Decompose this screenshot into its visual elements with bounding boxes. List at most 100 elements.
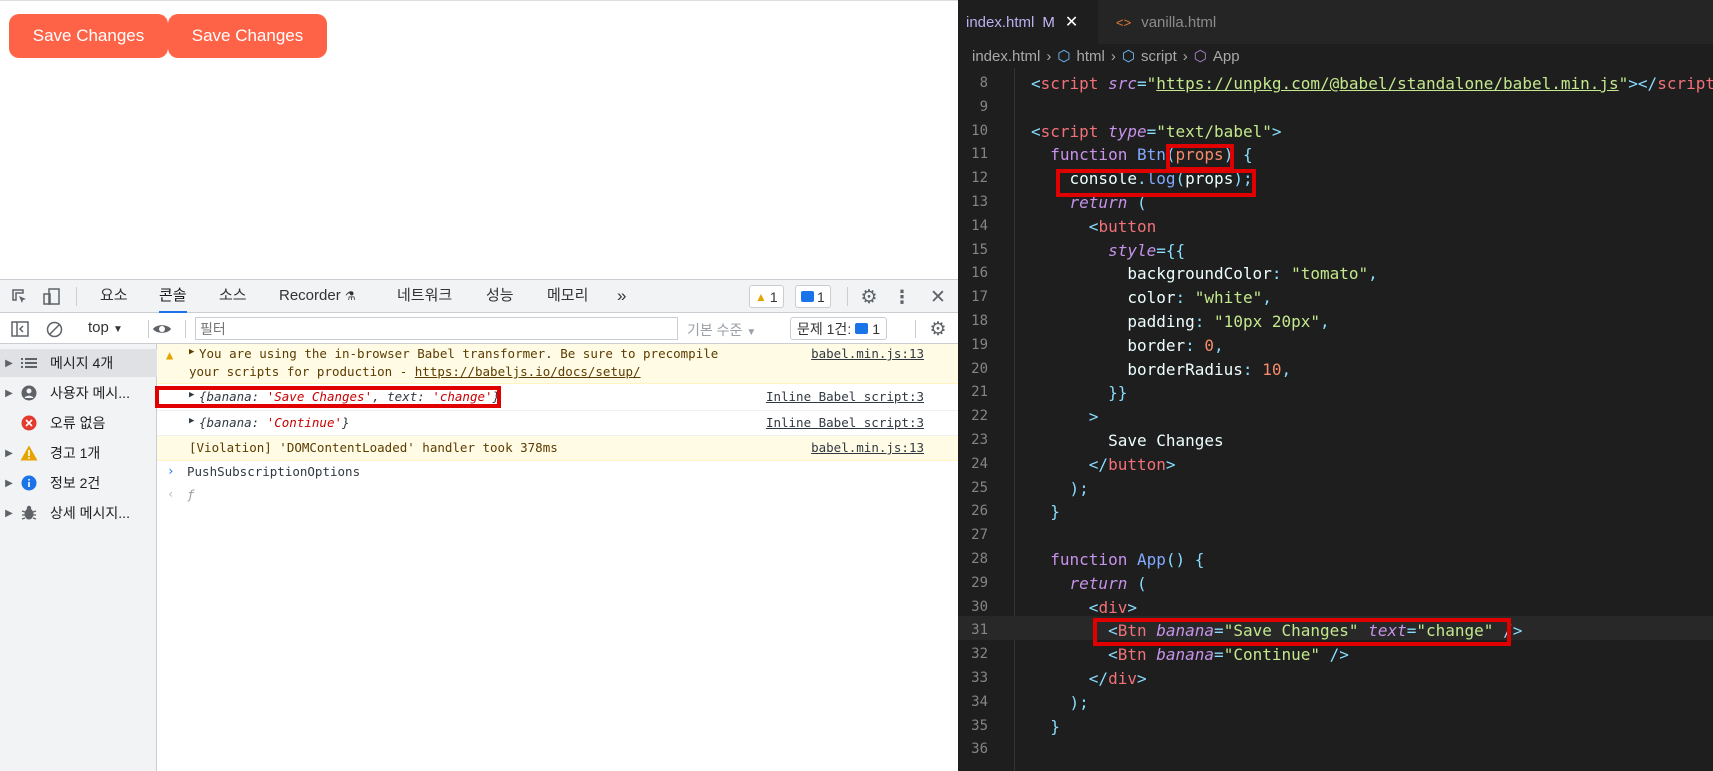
code-line: 12 console.log(props); bbox=[971, 169, 1253, 189]
inspect-element-icon[interactable] bbox=[10, 287, 30, 307]
console-input-row[interactable]: › PushSubscriptionOptions bbox=[157, 461, 958, 484]
context-selector[interactable]: top ▼ bbox=[88, 319, 123, 336]
code-line: 11 function Btn(props) { bbox=[971, 145, 1253, 165]
eye-icon[interactable] bbox=[150, 318, 174, 340]
console-input-text[interactable]: PushSubscriptionOptions bbox=[187, 464, 360, 479]
log-text-value: 'change' bbox=[432, 389, 493, 404]
sidebar-item-messages[interactable]: ▶ 메시지 4개 bbox=[0, 349, 157, 377]
code-editor: index.html M ✕ <> vanilla.html index.htm… bbox=[958, 0, 1713, 771]
code-line: 22 > bbox=[971, 407, 1099, 427]
warning-message-line1: You are using the in-browser Babel trans… bbox=[199, 346, 719, 361]
log-object: {banana: 'Continue'} bbox=[199, 415, 350, 430]
tab-network[interactable]: 네트워크 bbox=[397, 280, 452, 313]
sidebar-item-label: 경고 1개 bbox=[50, 445, 101, 461]
console-settings-icon[interactable]: ⚙ bbox=[926, 317, 950, 341]
code-line: 17 color: "white", bbox=[971, 288, 1272, 308]
console-violation-row[interactable]: [Violation] 'DOMContentLoaded' handler t… bbox=[157, 436, 958, 461]
cube-icon: ⬡ bbox=[1193, 48, 1207, 65]
tab-performance[interactable]: 성능 bbox=[486, 280, 514, 313]
log-object-suffix: } bbox=[342, 415, 350, 430]
source-link[interactable]: Inline Babel script:3 bbox=[766, 415, 924, 430]
tab-console[interactable]: 콘솔 bbox=[159, 280, 187, 313]
close-icon[interactable]: ✕ bbox=[1065, 12, 1078, 32]
log-object-prefix: {banana: bbox=[199, 415, 267, 430]
log-object-suffix: } bbox=[492, 389, 501, 404]
code-line: 18 padding: "10px 20px", bbox=[971, 312, 1330, 331]
devtools-toolbar: 요소 콘솔 소스 Recorder ⚗ 네트워크 성능 메모리 » ▲ 1 1 ⚙… bbox=[0, 280, 958, 313]
console-log-row[interactable]: ▶ {banana: 'Continue'} Inline Babel scri… bbox=[157, 411, 958, 436]
code-line: 30 <div> bbox=[971, 597, 1137, 617]
code-line: 26 } bbox=[971, 502, 1060, 522]
babel-script-url[interactable]: https://unpkg.com/@babel/standalone/babe… bbox=[1156, 74, 1618, 93]
issue-message-icon bbox=[855, 323, 869, 334]
code-line: 28 function App() { bbox=[971, 550, 1205, 569]
screen: Save Changes Save Changes 요소 콘솔 소스 Recor… bbox=[0, 0, 1713, 771]
source-link[interactable]: babel.min.js:13 bbox=[811, 440, 924, 455]
close-icon[interactable]: ✕ bbox=[927, 286, 949, 308]
sidebar-item-label: 오류 없음 bbox=[50, 415, 106, 431]
expand-arrow-icon: ▶ bbox=[5, 507, 13, 519]
code-area[interactable]: 8 <script src="https://unpkg.com/@babel/s… bbox=[958, 68, 1713, 771]
sidebar-item-info[interactable]: ▶ 정보 2건 bbox=[0, 469, 157, 497]
warning-icon: ▲ bbox=[755, 289, 767, 304]
device-toggle-icon[interactable] bbox=[42, 287, 62, 307]
sidebar-item-label: 정보 2건 bbox=[50, 475, 101, 491]
log-object: {banana: 'Save Changes', text: 'change'} bbox=[199, 389, 500, 404]
save-changes-button-1[interactable]: Save Changes bbox=[9, 14, 168, 58]
expand-arrow-icon[interactable]: ▶ bbox=[189, 347, 194, 357]
sidebar-item-verbose[interactable]: ▶ 상세 메시지... bbox=[0, 499, 157, 527]
error-icon bbox=[18, 415, 40, 431]
tab-recorder[interactable]: Recorder ⚗ bbox=[279, 280, 356, 313]
prompt-chevron-icon: › bbox=[167, 463, 175, 478]
babel-setup-link[interactable]: https://babeljs.io/docs/setup/ bbox=[415, 364, 641, 379]
user-icon bbox=[18, 385, 40, 401]
breadcrumb: index.html › ⬡ html › ⬡ script › ⬡ App bbox=[958, 44, 1713, 68]
sidebar-item-user-messages[interactable]: ▶ 사용자 메시... bbox=[0, 379, 157, 407]
chevron-right-icon: › bbox=[1182, 47, 1188, 65]
tab-index-html[interactable]: index.html M ✕ bbox=[958, 0, 1098, 44]
settings-gear-icon[interactable]: ⚙ bbox=[858, 286, 880, 308]
breadcrumb-item[interactable]: html bbox=[1076, 48, 1104, 65]
issues-button[interactable]: 문제 1건: 1 bbox=[790, 317, 888, 340]
more-tabs-button[interactable]: » bbox=[617, 280, 626, 313]
flask-icon: ⚗ bbox=[344, 289, 356, 303]
code-line: 36 bbox=[971, 741, 988, 758]
sidebar-item-errors[interactable]: 오류 없음 bbox=[0, 409, 157, 437]
html-file-icon: <> bbox=[1116, 14, 1132, 30]
console-filter-input[interactable] bbox=[195, 317, 678, 340]
source-link[interactable]: babel.min.js:13 bbox=[811, 346, 924, 361]
log-banana-value: 'Save Changes' bbox=[266, 389, 373, 404]
code-line: 14 <button bbox=[971, 216, 1157, 236]
log-levels-dropdown[interactable]: 기본 수준 ▼ bbox=[687, 320, 756, 340]
result-arrow-icon: ‹ bbox=[167, 486, 175, 501]
warning-icon bbox=[18, 445, 40, 461]
console-warning-row[interactable]: ▲ ▶ You are using the in-browser Babel t… bbox=[157, 344, 958, 384]
clear-console-icon[interactable] bbox=[44, 319, 64, 339]
console-log-row[interactable]: ▶ {banana: 'Save Changes', text: 'change… bbox=[157, 384, 958, 411]
toolbar-divider-2 bbox=[847, 287, 848, 306]
sidebar-toggle-icon[interactable] bbox=[10, 319, 30, 339]
expand-arrow-icon[interactable]: ▶ bbox=[189, 390, 194, 400]
tab-sources[interactable]: 소스 bbox=[219, 280, 247, 313]
code-line: 10 <script type="text/babel"> bbox=[971, 121, 1282, 141]
warning-icon: ▲ bbox=[166, 348, 174, 362]
breadcrumb-item[interactable]: index.html bbox=[972, 48, 1040, 65]
warning-count-badge[interactable]: ▲ 1 bbox=[749, 285, 784, 308]
tab-vanilla-html[interactable]: <> vanilla.html bbox=[1108, 0, 1216, 44]
console-output: ▲ ▶ You are using the in-browser Babel t… bbox=[155, 344, 958, 771]
expand-arrow-icon: ▶ bbox=[5, 447, 13, 459]
breadcrumb-item[interactable]: App bbox=[1213, 48, 1240, 65]
more-options-icon[interactable]: ⋮ bbox=[893, 286, 911, 308]
tab-memory[interactable]: 메모리 bbox=[547, 280, 588, 313]
breadcrumb-item[interactable]: script bbox=[1141, 48, 1177, 65]
tab-elements[interactable]: 요소 bbox=[100, 280, 128, 313]
tab-label: vanilla.html bbox=[1141, 13, 1217, 31]
code-line: 24 </button> bbox=[971, 454, 1176, 474]
sidebar-item-warnings[interactable]: ▶ 경고 1개 bbox=[0, 439, 157, 467]
code-line: 32 <Btn banana="Continue" /> bbox=[971, 645, 1349, 665]
source-link[interactable]: Inline Babel script:3 bbox=[766, 389, 924, 404]
rendered-page: Save Changes Save Changes bbox=[0, 1, 958, 279]
save-changes-button-2[interactable]: Save Changes bbox=[168, 14, 327, 58]
info-count-badge[interactable]: 1 bbox=[795, 285, 831, 308]
expand-arrow-icon[interactable]: ▶ bbox=[189, 416, 194, 426]
